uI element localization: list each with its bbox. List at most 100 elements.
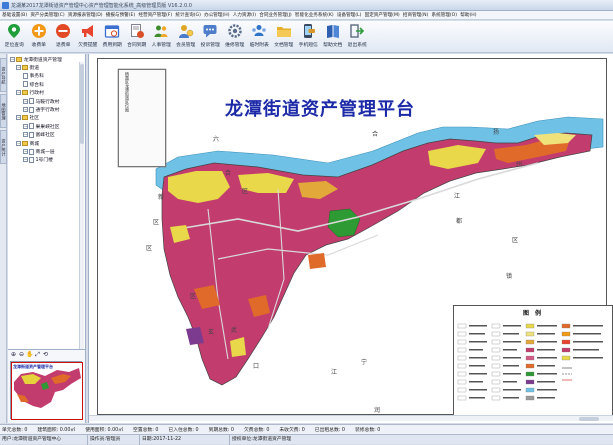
collapse-icon[interactable]: −	[23, 132, 28, 138]
collapse-icon[interactable]: −	[23, 157, 28, 163]
toolbar-button[interactable]: 手机短信	[296, 23, 321, 48]
toolbar-button[interactable]: 帮助文档	[321, 23, 346, 48]
toolbar-button[interactable]: 合同到期	[125, 23, 150, 48]
scroll-thumb[interactable]	[80, 64, 84, 144]
tab-asset-nav[interactable]: 资产导航	[0, 58, 7, 92]
collapse-icon[interactable]: −	[10, 57, 15, 62]
menu-item[interactable]: 合同业务管理(J)	[259, 12, 292, 18]
collapse-icon[interactable]: −	[16, 140, 21, 146]
tree-node[interactable]: − 马鞍行政村	[23, 98, 60, 105]
tree-node[interactable]: − 商城	[16, 140, 39, 147]
tab-map-manage[interactable]: 地图管理	[0, 94, 7, 128]
collapse-icon[interactable]: −	[16, 90, 21, 96]
app-window: 龙湖某2017龙潭街道资产管理中心资产管理智能化系统_高级管理员版 V16.2.…	[0, 0, 613, 445]
stat-item: 空置总数: 0	[133, 428, 159, 433]
tree-node[interactable]: − 行政村	[16, 89, 44, 96]
toolbar-button-label: 合同到期	[127, 43, 147, 48]
toolbar-button[interactable]: 会员管理	[174, 23, 199, 48]
member-card-icon	[178, 23, 194, 39]
map-window[interactable]: 龙潭街道资产管理平台 栖霞区龙潭街道区位图 六 合 区 合 扬 州 江 都 区 …	[88, 54, 613, 423]
scroll-thumb[interactable]	[579, 417, 599, 421]
tree-node[interactable]: − 社区	[16, 114, 39, 121]
tree-node-label: 果果峡社区	[35, 124, 60, 130]
menu-item[interactable]: 系统管理(O)	[432, 12, 458, 18]
status-org: 授权单位:龙潭街道资产管理	[232, 436, 292, 442]
map-canvas[interactable]: 龙潭街道资产管理平台 栖霞区龙潭街道区位图 六 合 区 合 扬 州 江 都 区 …	[97, 58, 613, 416]
menu-item[interactable]: 基础设置(B)	[2, 12, 27, 18]
map-horizontal-scrollbar[interactable]	[89, 415, 613, 421]
collapse-icon[interactable]: −	[23, 123, 28, 129]
status-bar: 用户:龙潭街道资产管理中心 操作员:管理员 日期:2017-11-22 授权单位…	[0, 434, 613, 445]
tree-scrollbar[interactable]	[79, 62, 84, 349]
place-label: 扬	[493, 129, 500, 136]
tree-node[interactable]: 综合科	[23, 81, 44, 88]
status-operator: 操作员:管理员	[88, 434, 140, 445]
toolbar-button[interactable]: 费用到期	[100, 23, 125, 48]
tree-node[interactable]: − 富峰社区	[23, 131, 55, 138]
menu-item[interactable]: 设备管理(L)	[337, 12, 362, 18]
refresh-icon[interactable]: ⟲	[42, 351, 49, 358]
people-icon	[153, 23, 169, 39]
overview-map[interactable]: 龙潭街道资产管理平台	[10, 361, 83, 420]
place-label: 合	[372, 131, 379, 138]
pan-hand-icon[interactable]: ✋	[26, 351, 33, 358]
toolbar-button-label: 退出系统	[347, 43, 367, 48]
toolbar-button-label: 定位查询	[4, 43, 24, 48]
menu-item[interactable]: 人力资源(I)	[233, 12, 256, 18]
menu-item[interactable]: 招商管理(N)	[403, 12, 428, 18]
zoom-in-icon[interactable]: ⊕	[10, 351, 17, 358]
tree-node[interactable]: − 通宇行政村	[23, 106, 60, 113]
place-label: 润	[374, 407, 381, 414]
tree-node[interactable]: − 果果峡社区	[23, 123, 60, 130]
menu-item[interactable]: 资源报表管理(D)	[68, 12, 103, 18]
toolbar-button[interactable]: 退费单	[51, 23, 76, 48]
toolbar-button[interactable]: 文档管理	[272, 23, 297, 48]
zoom-out-icon[interactable]: ⊖	[18, 351, 25, 358]
mobile-message-icon	[300, 23, 316, 39]
tab-asset-stats[interactable]: 资产统计	[0, 130, 7, 164]
menu-item[interactable]: 播报与预警(E)	[106, 12, 135, 18]
toolbar: 定位查询 收费单 退费单 欠费提醒 费用到期 合同到期 人事管理 会员管理 投诉管理 维修管理 临时…	[0, 21, 613, 53]
document-icon	[29, 106, 34, 113]
collapse-icon[interactable]: −	[16, 65, 21, 70]
calendar-clock-icon	[104, 23, 120, 39]
toolbar-button[interactable]: 定位查询	[2, 23, 27, 48]
menu-item[interactable]: 资产分类管理(C)	[30, 12, 64, 18]
full-extent-icon[interactable]: ⤢	[34, 351, 41, 358]
toolbar-button[interactable]: 人事管理	[149, 23, 174, 48]
menu-item[interactable]: 经营资产管理(F)	[138, 12, 172, 18]
toolbar-button[interactable]: 维修管理	[223, 23, 248, 48]
menu-item[interactable]: 办公管理(H)	[204, 12, 229, 18]
tree-node-label: 富峰社区	[35, 133, 55, 139]
tree-node-label: 社区	[29, 116, 40, 122]
menu-item[interactable]: 固定资产管理(M)	[365, 12, 400, 18]
folder-icon	[22, 90, 28, 96]
overview-map-graphic: 龙潭街道资产管理平台	[11, 362, 83, 420]
tree-node[interactable]: 事务科	[23, 72, 44, 79]
toolbar-button-label: 帮助文档	[323, 43, 343, 48]
toolbar-button[interactable]: 投诉管理	[198, 23, 223, 48]
menu-item[interactable]: 统计查询(G)	[175, 12, 201, 18]
menu-item[interactable]: 智能化业务系统(K)	[295, 12, 334, 18]
tree-root[interactable]: − 龙潭街道资产管理	[10, 56, 62, 63]
toolbar-button-label: 临时附表	[249, 43, 269, 48]
toolbar-button[interactable]: 临时附表	[247, 23, 272, 48]
folder-icon	[22, 115, 28, 121]
collapse-icon[interactable]: −	[23, 107, 28, 112]
toolbar-button[interactable]: 收费单	[27, 23, 52, 48]
collapse-icon[interactable]: −	[16, 115, 21, 121]
asset-tree-panel: − 龙潭街道资产管理 − 街道 事务科 综合科 − 行政村 − 马鞍行政村 − 通宇行政村 − 社区 −…	[8, 54, 86, 349]
toolbar-button[interactable]: 退出系统	[345, 23, 370, 48]
stat-item: 已出租总数: 0	[314, 428, 345, 433]
tree-node-label: 街道	[29, 66, 40, 71]
collapse-icon[interactable]: −	[23, 98, 28, 104]
menu-item[interactable]: 帮助(H)	[460, 12, 476, 18]
place-label: 区	[190, 293, 197, 300]
tree-node[interactable]: − 1号门楼	[23, 156, 53, 163]
tree-node[interactable]: − 街道	[16, 64, 39, 71]
collapse-icon[interactable]: −	[23, 149, 28, 154]
tree-node[interactable]: − 商城一层	[23, 148, 55, 155]
stat-item: 使用面积: 0.00㎡	[85, 428, 124, 433]
toolbar-button[interactable]: 欠费提醒	[76, 23, 101, 48]
toolbar-button-label: 退费单	[56, 43, 71, 48]
